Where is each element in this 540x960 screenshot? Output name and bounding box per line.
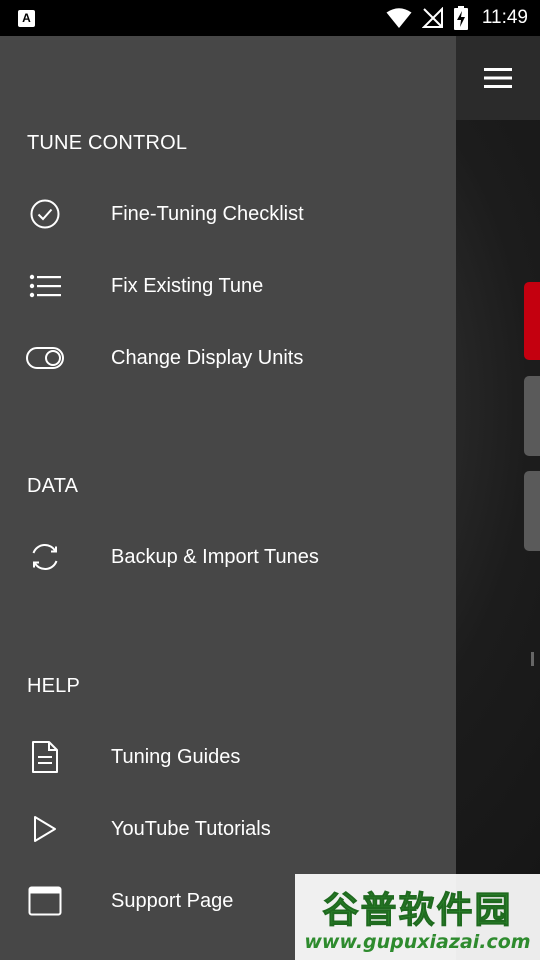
background-red-button[interactable] xyxy=(524,282,540,360)
navigation-drawer: TUNE CONTROL Fine-Tuning Checklist Fix E… xyxy=(0,36,456,960)
play-icon xyxy=(26,810,64,848)
watermark: 谷普软件园 www.gupuxiazai.com xyxy=(295,874,540,960)
section-header-tune-control: TUNE CONTROL xyxy=(27,132,188,154)
watermark-url: www.gupuxiazai.com xyxy=(304,931,531,953)
nav-label: YouTube Tutorials xyxy=(111,817,271,840)
app-notification-icon: A xyxy=(18,9,35,27)
sync-icon xyxy=(26,538,64,576)
nav-label: Fine-Tuning Checklist xyxy=(111,202,304,225)
nav-label: Fix Existing Tune xyxy=(111,274,264,297)
battery-charging-icon xyxy=(453,6,468,30)
nav-item-change-display-units[interactable]: Change Display Units xyxy=(0,326,456,390)
nav-label: Support Page xyxy=(111,889,234,912)
watermark-logo-text: 谷普软件园 xyxy=(322,890,513,932)
nav-item-fix-existing-tune[interactable]: Fix Existing Tune xyxy=(0,254,456,318)
browser-window-icon xyxy=(26,882,64,920)
nav-label: Tuning Guides xyxy=(111,745,241,768)
hamburger-menu-button[interactable] xyxy=(472,56,524,100)
nav-label: Backup & Import Tunes xyxy=(111,545,319,568)
no-signal-icon xyxy=(421,7,443,28)
background-gray-button-1[interactable] xyxy=(524,376,540,456)
section-header-help: HELP xyxy=(27,675,81,697)
wifi-icon xyxy=(386,8,412,28)
background-mark xyxy=(531,652,534,666)
nav-label: Change Display Units xyxy=(111,346,304,369)
status-bar: A 11:49 xyxy=(0,0,540,36)
section-header-data: DATA xyxy=(27,475,79,497)
toggle-icon xyxy=(26,339,64,377)
list-icon xyxy=(26,267,64,305)
background-gray-button-2[interactable] xyxy=(524,471,540,551)
document-icon xyxy=(26,738,64,776)
check-circle-icon xyxy=(26,195,64,233)
nav-item-fine-tuning-checklist[interactable]: Fine-Tuning Checklist xyxy=(0,182,456,246)
status-clock: 11:49 xyxy=(481,7,528,28)
nav-item-backup-import-tunes[interactable]: Backup & Import Tunes xyxy=(0,525,456,589)
menu-icon xyxy=(484,68,512,88)
nav-item-tuning-guides[interactable]: Tuning Guides xyxy=(0,725,456,789)
nav-item-youtube-tutorials[interactable]: YouTube Tutorials xyxy=(0,797,456,861)
